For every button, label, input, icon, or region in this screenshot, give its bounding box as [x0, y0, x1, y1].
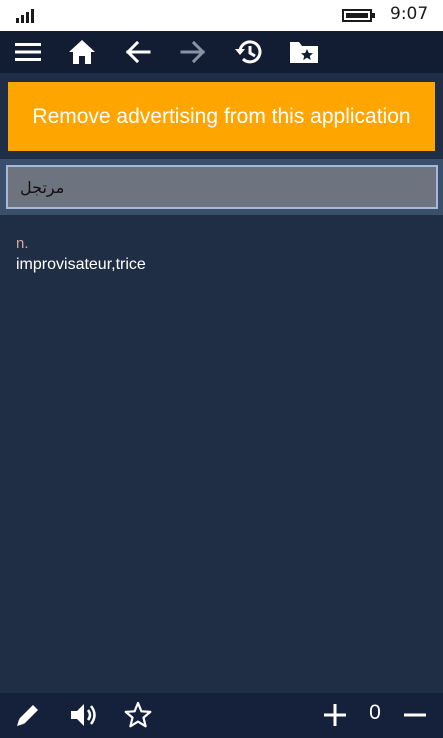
remove-ads-button[interactable]: Remove advertising from this application [8, 82, 435, 151]
star-icon [124, 701, 152, 728]
dictionary-entry: n. improvisateur,trice [16, 234, 426, 276]
status-time: 9:07 [390, 4, 429, 24]
speak-button[interactable] [65, 697, 101, 733]
menu-button[interactable] [10, 34, 46, 70]
counter-value: 0 [369, 701, 381, 724]
status-bar: 9:07 [0, 0, 443, 31]
battery-icon [342, 9, 375, 22]
edit-pencil-icon [17, 705, 38, 726]
search-input[interactable] [6, 165, 438, 209]
back-arrow-icon [125, 40, 151, 64]
home-button[interactable] [64, 34, 100, 70]
favorite-button[interactable] [120, 697, 156, 733]
zoom-in-button[interactable] [317, 697, 353, 733]
minus-icon [404, 713, 426, 717]
speaker-icon [71, 704, 96, 726]
signal-bars-icon [16, 8, 38, 23]
top-toolbar [0, 31, 443, 73]
home-icon [69, 40, 95, 64]
part-of-speech: n. [16, 235, 29, 252]
favorites-button[interactable] [286, 34, 322, 70]
translation-text: improvisateur,trice [16, 256, 146, 273]
history-button[interactable] [231, 34, 267, 70]
plus-icon [324, 704, 346, 726]
menu-icon [15, 43, 41, 61]
bottom-toolbar: 0 [0, 693, 443, 738]
zoom-out-button[interactable] [397, 697, 433, 733]
favorites-folder-icon [290, 42, 318, 63]
forward-arrow-icon [180, 40, 206, 64]
back-button[interactable] [120, 34, 156, 70]
forward-button[interactable] [175, 34, 211, 70]
edit-button[interactable] [10, 697, 46, 733]
history-icon [235, 40, 262, 64]
